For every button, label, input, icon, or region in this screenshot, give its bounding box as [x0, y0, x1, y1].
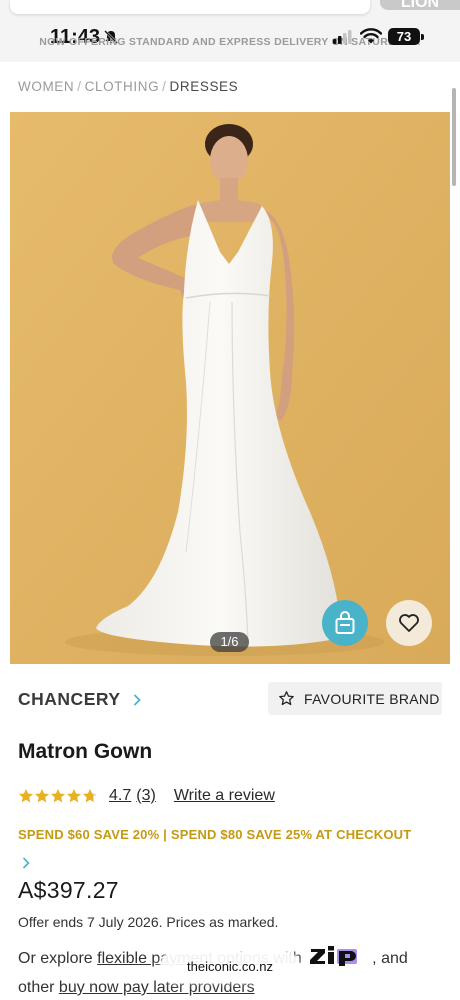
signal-icon	[333, 30, 352, 44]
star-partial-icon	[83, 789, 97, 803]
model-in-white-gown-image	[10, 112, 450, 664]
product-price: A$397.27	[18, 877, 119, 903]
spend-save-promo[interactable]: SPEND $60 SAVE 20% | SPEND $80 SAVE 25% …	[18, 827, 443, 842]
brand-link[interactable]: CHANCERY	[18, 689, 141, 710]
favourite-brand-label: FAVOURITE BRAND	[304, 690, 440, 707]
favourite-brand-button[interactable]: FAVOURITE BRAND	[268, 682, 442, 715]
star-filled-icon	[67, 789, 81, 803]
star-filled-icon	[35, 789, 49, 803]
breadcrumb-dresses[interactable]: DRESSES	[170, 79, 239, 94]
scrollbar[interactable]	[452, 88, 456, 186]
breadcrumb: WOMEN / CLOTHING / DRESSES	[18, 79, 238, 94]
star-filled-icon	[19, 789, 33, 803]
wifi-icon	[360, 28, 382, 44]
add-to-bag-button[interactable]	[322, 600, 368, 646]
write-review-link[interactable]: Write a review	[174, 787, 275, 805]
wishlist-button[interactable]	[386, 600, 432, 646]
breadcrumb-separator: /	[162, 79, 167, 94]
rating-row: 4.7 (3) Write a review	[18, 786, 275, 806]
gallery-pager: 1/6	[210, 632, 249, 652]
zip-logo	[310, 946, 358, 966]
star-rating	[18, 788, 98, 804]
star-filled-icon	[51, 789, 65, 803]
chevron-right-icon[interactable]	[22, 857, 30, 869]
browser-url-pill[interactable]: theiconic.co.nz	[160, 952, 300, 982]
status-bar: LION 11:43 NOW OFFERING STANDARD AND EXP…	[0, 0, 460, 62]
rating-count[interactable]: (3)	[136, 787, 156, 805]
offer-ends-text: Offer ends 7 July 2026. Prices as marked…	[18, 914, 279, 930]
star-outline-icon	[279, 691, 294, 706]
payment-prefix: Or explore	[18, 950, 93, 967]
rating-value[interactable]: 4.7	[109, 787, 131, 805]
breadcrumb-women[interactable]: WOMEN	[18, 79, 74, 94]
product-title: Matron Gown	[18, 740, 153, 763]
brand-name: CHANCERY	[18, 689, 121, 709]
top-right-stub: LION	[380, 0, 460, 11]
product-image-gallery[interactable]	[10, 112, 450, 664]
breadcrumb-clothing[interactable]: CLOTHING	[85, 79, 160, 94]
battery-nub	[421, 34, 424, 40]
heart-icon	[399, 614, 419, 632]
battery-icon: 73	[388, 28, 420, 45]
breadcrumb-separator: /	[77, 79, 82, 94]
chevron-right-icon	[133, 693, 141, 706]
search-bar-stub[interactable]	[10, 0, 370, 14]
shopping-bag-icon	[335, 611, 355, 634]
